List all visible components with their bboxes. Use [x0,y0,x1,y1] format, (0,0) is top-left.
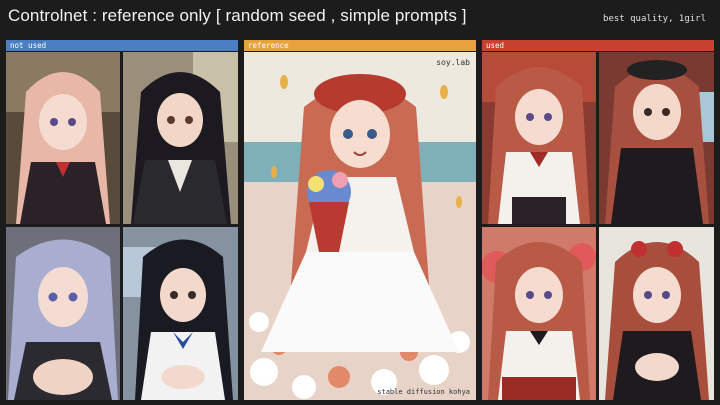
image-used-1 [482,52,596,224]
panel-label-not-used: not used [6,40,238,51]
image-used-4 [599,227,714,400]
watermark-bottom: stable diffusion kohya [377,388,470,396]
image-not-used-3 [6,227,120,400]
panel-label-used: used [482,40,714,51]
image-not-used-1 [6,52,120,224]
panel-label-reference: reference [244,40,476,51]
watermark-top: soy.lab [436,58,470,67]
prompt-hint: best quality, 1girl [603,14,706,24]
image-used-2 [599,52,714,224]
image-not-used-2 [123,52,238,224]
page-title: Controlnet : reference only [ random see… [8,6,467,25]
image-reference: soy.lab stable diffusion kohya [244,52,476,400]
image-not-used-4 [123,227,238,400]
panel-reference: reference soy.lab stable diffusion kohya [244,40,476,400]
panel-not-used: not used [6,40,238,400]
image-used-3 [482,227,596,400]
panel-used: used [482,40,714,400]
